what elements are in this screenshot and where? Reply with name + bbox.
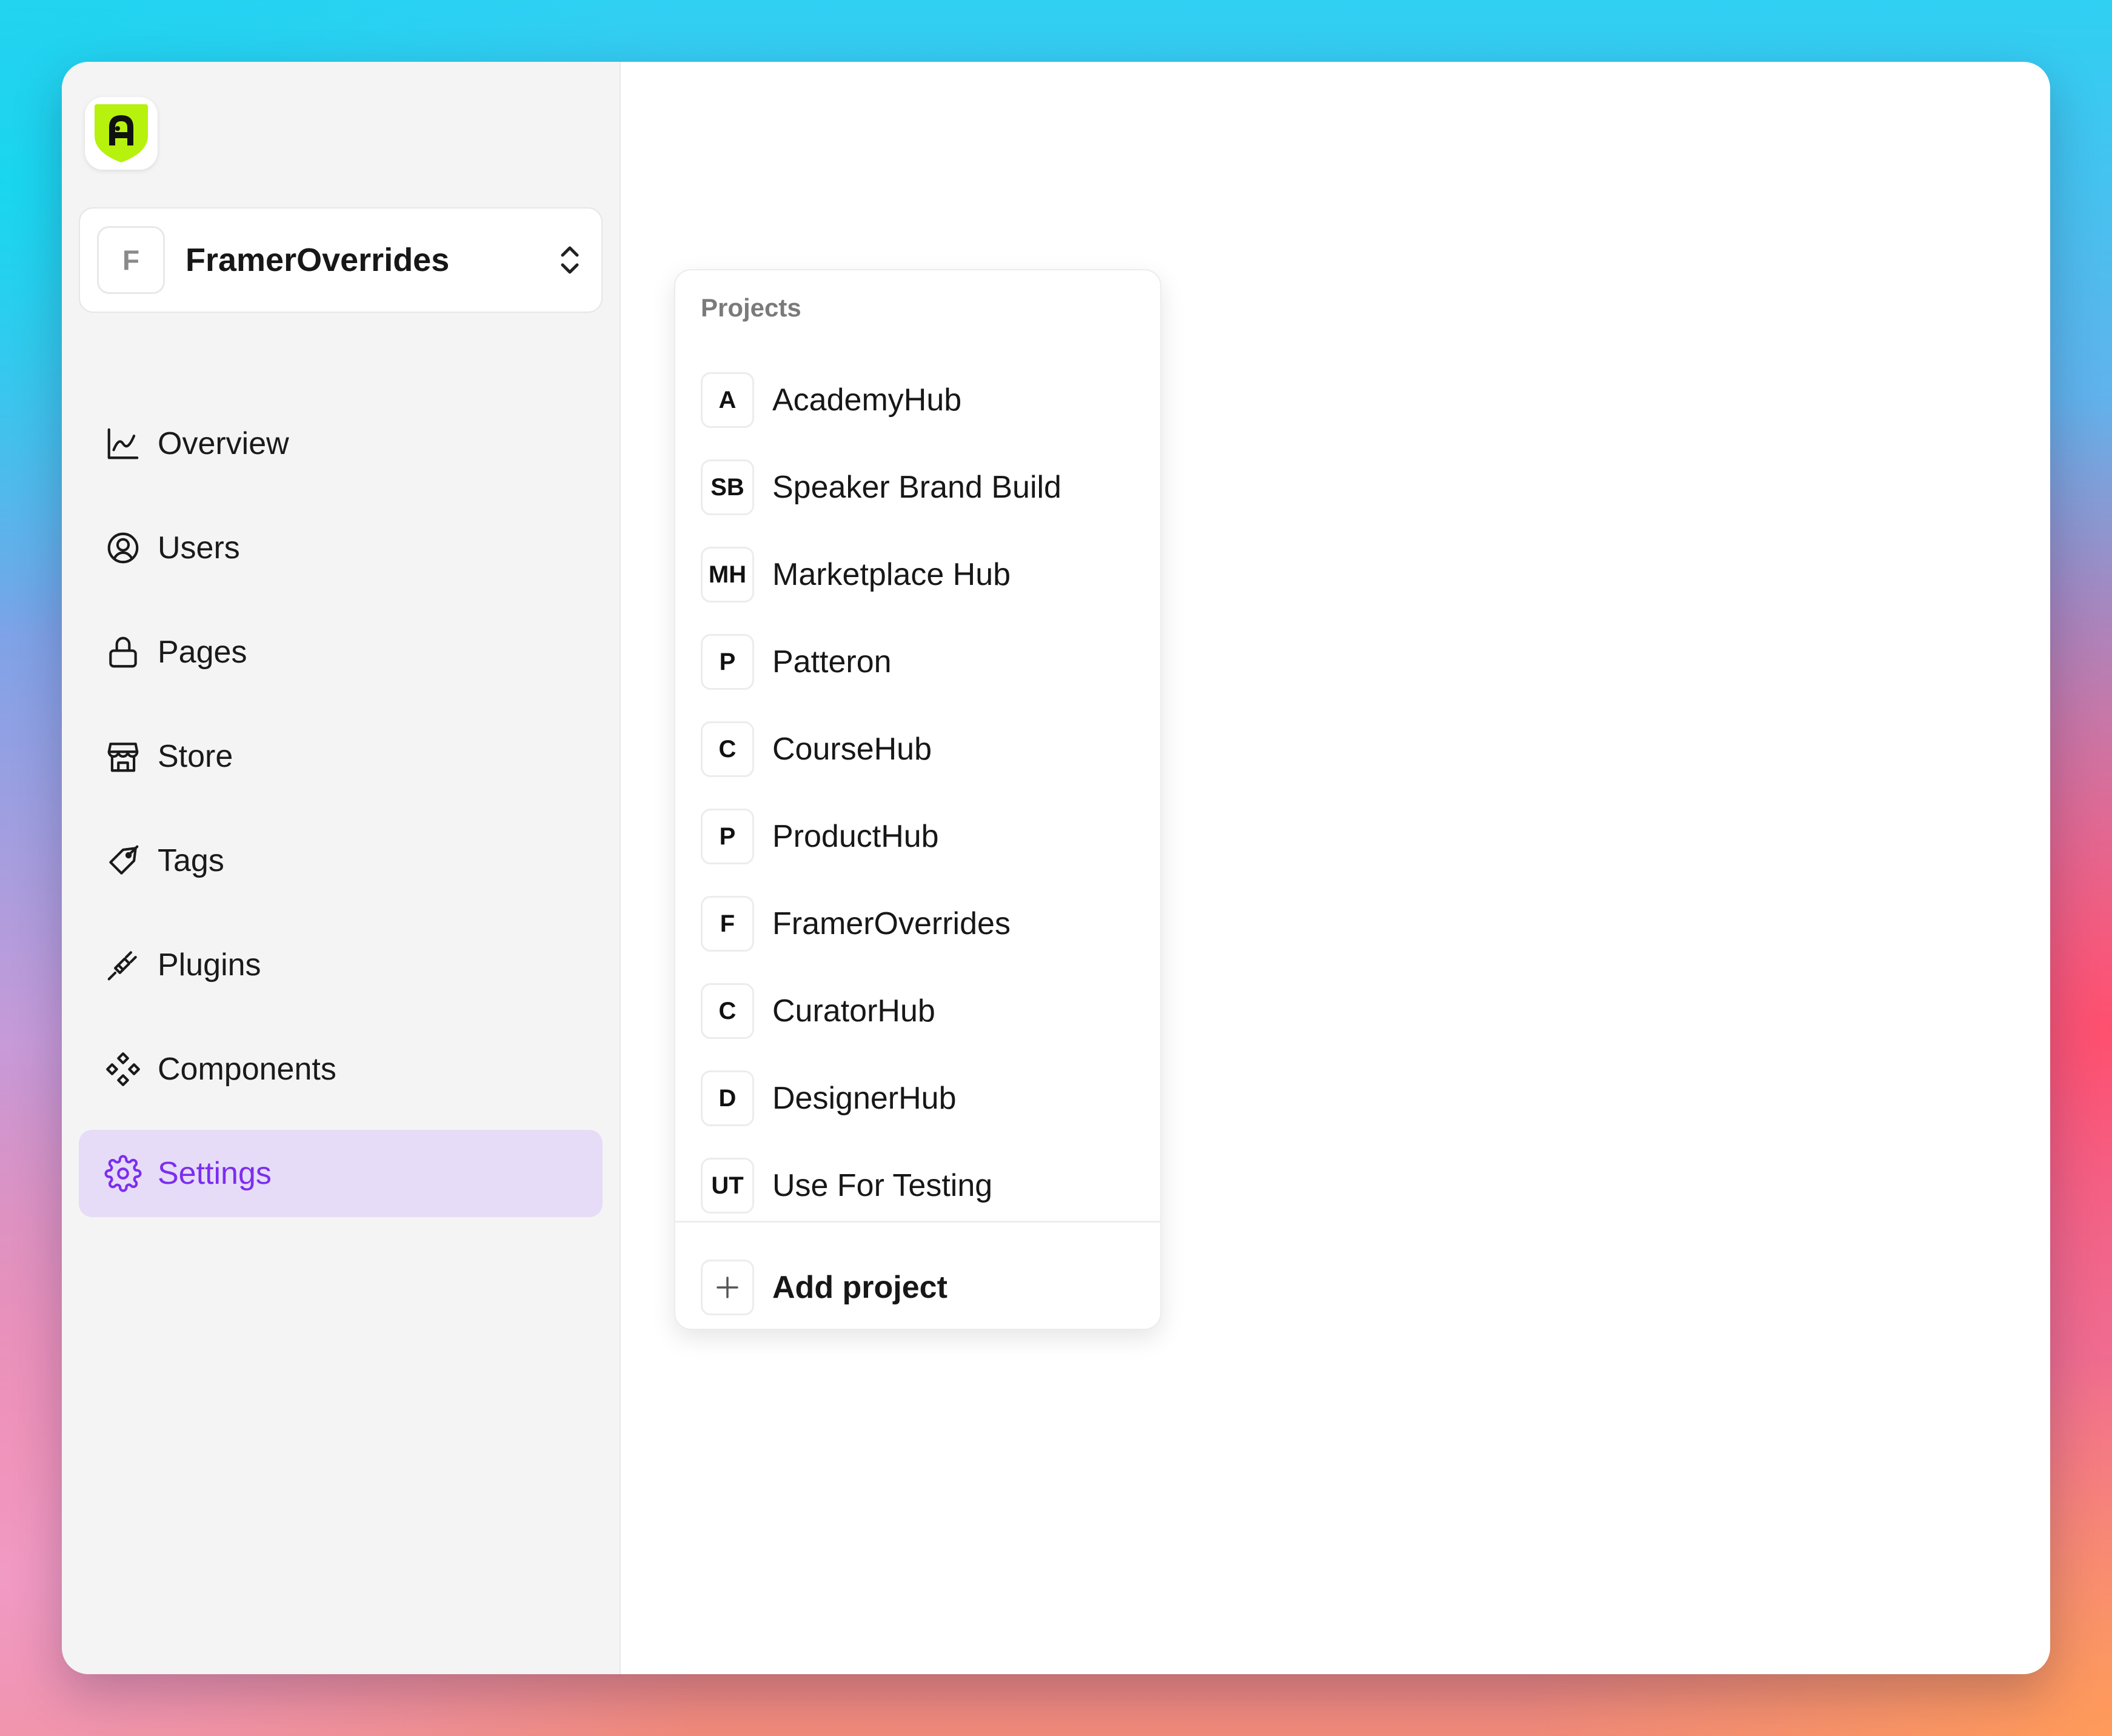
lock-icon	[109, 636, 137, 668]
project-badge: UT	[701, 1158, 754, 1214]
project-item-use-for-testing[interactable]: UT Use For Testing	[701, 1142, 1137, 1229]
logo-icon	[95, 104, 148, 162]
chevron-up-down-icon	[558, 241, 582, 279]
project-badge: SB	[701, 459, 754, 515]
project-item-patteron[interactable]: P Patteron	[701, 618, 1137, 706]
project-badge: P	[701, 809, 754, 864]
project-badge: C	[701, 983, 754, 1039]
plus-icon	[701, 1260, 754, 1315]
project-item-curatorhub[interactable]: C CuratorHub	[701, 967, 1137, 1055]
project-item-name: Marketplace Hub	[772, 557, 1011, 592]
sidebar-item-label: Users	[158, 530, 240, 566]
project-name: FramerOverrides	[185, 242, 450, 278]
app-window: F FramerOverrides Overview Users Pages S…	[62, 62, 2050, 1674]
chart-line-icon	[107, 428, 139, 459]
project-badge: D	[701, 1070, 754, 1126]
dropdown-divider	[675, 1221, 1160, 1223]
project-badge: MH	[701, 547, 754, 603]
sidebar-nav: Overview Users Pages Store Tags Plugins …	[79, 400, 603, 1234]
sidebar-item-overview[interactable]: Overview	[79, 400, 603, 487]
project-switcher[interactable]: F FramerOverrides	[79, 207, 603, 313]
tag-icon	[109, 845, 139, 875]
sidebar-item-label: Plugins	[158, 947, 261, 983]
user-circle-icon	[107, 532, 139, 564]
project-item-name: CuratorHub	[772, 993, 935, 1029]
add-project-label: Add project	[772, 1270, 947, 1305]
project-item-name: Speaker Brand Build	[772, 470, 1061, 505]
project-item-speaker-brand-build[interactable]: SB Speaker Brand Build	[701, 444, 1137, 531]
sidebar-item-plugins[interactable]: Plugins	[79, 921, 603, 1009]
project-item-name: ProductHub	[772, 819, 939, 854]
components-icon	[106, 1052, 140, 1086]
project-badge: A	[701, 372, 754, 428]
store-icon	[107, 743, 139, 772]
project-item-name: Patteron	[772, 644, 892, 679]
sidebar-item-label: Settings	[158, 1156, 272, 1191]
project-item-name: CourseHub	[772, 732, 932, 767]
sidebar: F FramerOverrides Overview Users Pages S…	[62, 62, 621, 1674]
sidebar-item-label: Pages	[158, 635, 247, 670]
project-item-name: AcademyHub	[772, 382, 962, 418]
sidebar-item-label: Store	[158, 739, 233, 774]
plug-icon	[107, 951, 137, 981]
sidebar-item-users[interactable]: Users	[79, 504, 603, 592]
gear-icon	[104, 1155, 142, 1192]
sidebar-item-settings[interactable]: Settings	[79, 1130, 603, 1217]
project-item-name: Use For Testing	[772, 1168, 993, 1203]
sidebar-item-label: Components	[158, 1052, 336, 1087]
sidebar-item-components[interactable]: Components	[79, 1026, 603, 1113]
project-item-coursehub[interactable]: C CourseHub	[701, 706, 1137, 793]
project-item-name: DesignerHub	[772, 1081, 957, 1116]
sidebar-item-label: Overview	[158, 426, 289, 461]
projects-dropdown: Projects A AcademyHub SB Speaker Brand B…	[674, 269, 1161, 1330]
project-badge: C	[701, 721, 754, 777]
project-item-name: FramerOverrides	[772, 906, 1011, 941]
sidebar-item-label: Tags	[158, 843, 224, 878]
sidebar-item-store[interactable]: Store	[79, 713, 603, 800]
project-badge: F	[701, 896, 754, 952]
sidebar-item-pages[interactable]: Pages	[79, 609, 603, 696]
project-badge: P	[701, 634, 754, 690]
project-avatar: F	[97, 226, 165, 294]
projects-list: A AcademyHub SB Speaker Brand Build MH M…	[701, 356, 1137, 1229]
app-logo[interactable]	[85, 97, 158, 170]
sidebar-item-tags[interactable]: Tags	[79, 817, 603, 904]
project-item-marketplace-hub[interactable]: MH Marketplace Hub	[701, 531, 1137, 618]
project-item-frameroverrides[interactable]: F FramerOverrides	[701, 880, 1137, 967]
project-item-producthub[interactable]: P ProductHub	[701, 793, 1137, 880]
projects-header: Projects	[701, 293, 801, 322]
project-item-academyhub[interactable]: A AcademyHub	[701, 356, 1137, 444]
project-item-designerhub[interactable]: D DesignerHub	[701, 1055, 1137, 1142]
add-project-button[interactable]: Add project	[701, 1244, 947, 1329]
